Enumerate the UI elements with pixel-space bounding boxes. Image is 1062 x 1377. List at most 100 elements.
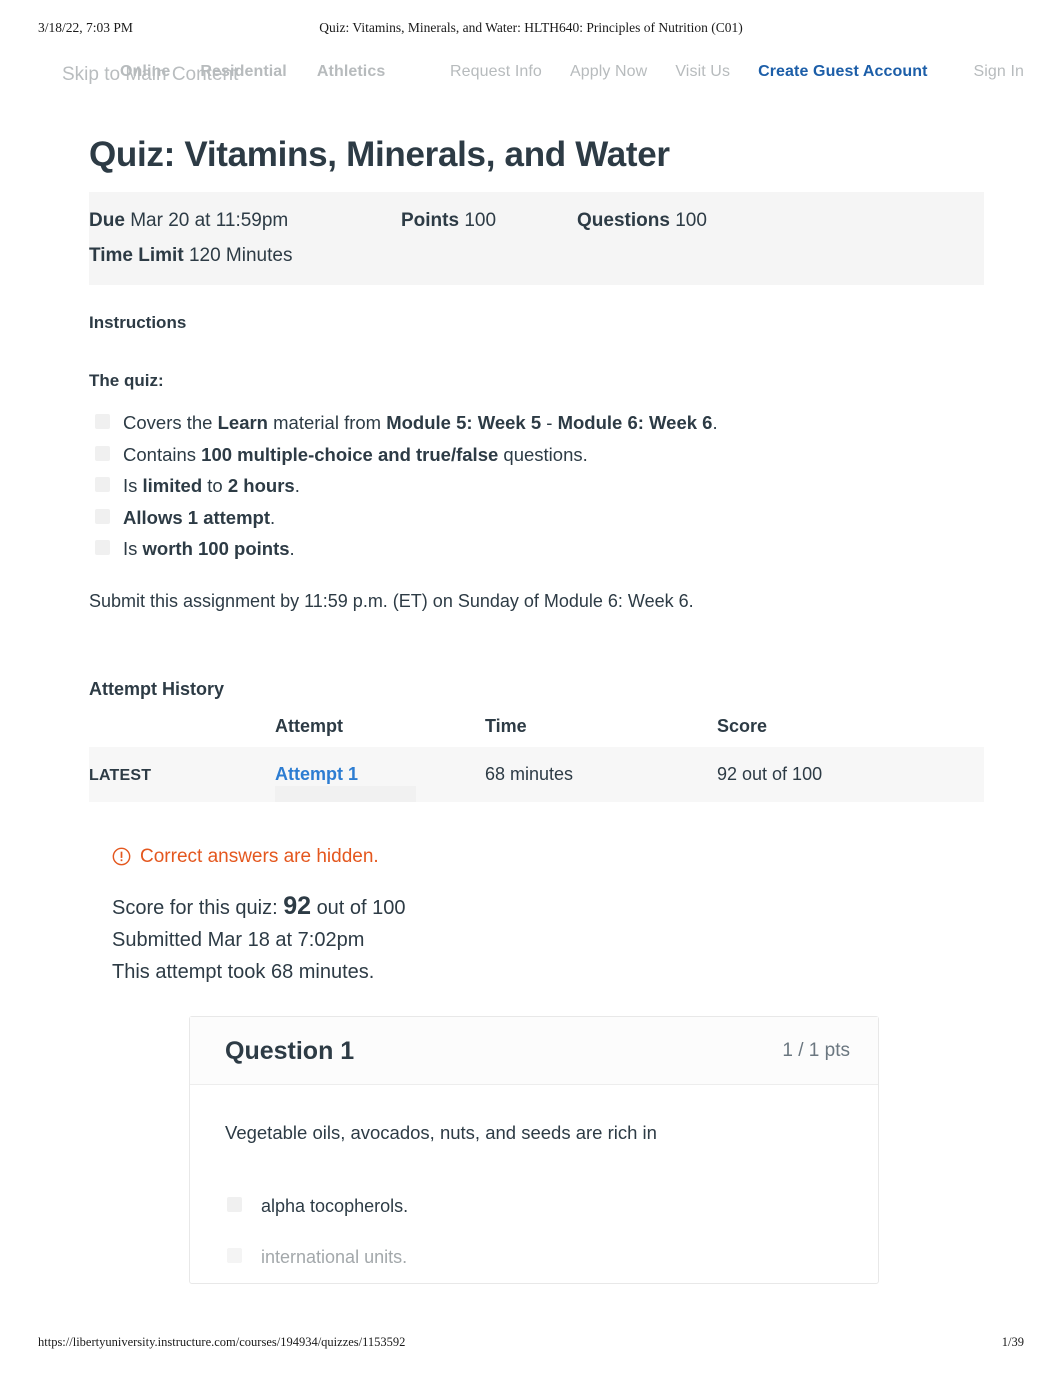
- attempt-link-wrapper: Attempt 1: [275, 764, 417, 802]
- correct-answers-hidden-text: Correct answers are hidden.: [140, 845, 379, 867]
- list-item-text-run: Is: [123, 475, 143, 496]
- quiz-time-limit-label: Time Limit: [89, 245, 184, 266]
- quiz-meta-row-1: Due Mar 20 at 11:59pm Points 100 Questions…: [89, 203, 984, 238]
- score-line: Score for this quiz: 92 out of 100: [112, 890, 984, 924]
- quiz-meta-band: Due Mar 20 at 11:59pm Points 100 Questions…: [89, 192, 984, 285]
- answer-option[interactable]: international units.: [225, 1232, 878, 1283]
- quiz-questions: Questions 100: [577, 210, 707, 231]
- question-body: Vegetable oils, avocados, nuts, and seed…: [190, 1085, 878, 1147]
- score-summary: Score for this quiz: 92 out of 100 Submi…: [112, 890, 984, 988]
- list-item-text-run: .: [289, 538, 295, 559]
- correct-answers-hidden-notice: Correct answers are hidden.: [112, 846, 984, 868]
- nav-item-residential[interactable]: Residential: [200, 63, 286, 81]
- nav-item-sign-in[interactable]: Sign In: [973, 63, 1024, 81]
- table-row: LATEST Attempt 1 68 minutes 92 out of 10…: [89, 746, 984, 802]
- bullet-marker-icon: [95, 445, 110, 461]
- column-header-time: Time: [485, 715, 527, 736]
- print-footer-url: https://libertyuniversity.instructure.co…: [38, 1335, 406, 1349]
- list-item-text-run: .: [712, 412, 718, 433]
- list-item-text-run: Covers the: [123, 412, 218, 433]
- quiz-meta-row-2: Time Limit 120 Minutes: [89, 238, 984, 273]
- cell-score: 92 out of 100: [717, 763, 823, 784]
- submit-note: Submit this assignment by 11:59 p.m. (ET…: [89, 590, 694, 611]
- list-item: Covers the Learn material from Module 5:…: [89, 407, 984, 439]
- question-header: Question 1 1 / 1 pts: [190, 1016, 878, 1085]
- list-item-text-run: 2 hours: [227, 475, 295, 496]
- quiz-questions-value: 100: [675, 210, 707, 231]
- list-item: Is worth 100 points.: [89, 533, 984, 565]
- bullet-marker-icon: [95, 477, 110, 492]
- list-item-text-run: .: [270, 506, 276, 528]
- list-item-text-run: -: [541, 412, 558, 433]
- nav-left-group: Online Residential Athletics: [120, 63, 385, 81]
- table-header-row: Attempt Time Score: [89, 716, 984, 747]
- quiz-points: Points 100: [401, 203, 577, 238]
- quiz-due-label: Due: [89, 210, 125, 231]
- bullet-marker-icon: [95, 540, 110, 555]
- instructions-lead: The quiz:: [89, 371, 164, 390]
- list-item-text-run: Contains: [123, 443, 202, 465]
- main-content: Quiz: Vitamins, Minerals, and Water Due …: [0, 118, 1062, 1284]
- list-item-text-run: worth 100 points: [142, 538, 290, 559]
- column-header-score: Score: [717, 715, 768, 736]
- radio-button-icon[interactable]: [227, 1196, 242, 1212]
- attempt-1-link[interactable]: Attempt 1: [275, 764, 358, 784]
- instructions-list: Covers the Learn material from Module 5:…: [89, 407, 984, 565]
- list-item-text-run: questions.: [498, 443, 588, 465]
- nav-item-apply-now[interactable]: Apply Now: [570, 63, 647, 81]
- nav-item-online[interactable]: Online: [120, 63, 170, 81]
- submitted-line: Submitted Mar 18 at 7:02pm: [112, 928, 365, 951]
- nav-right-group: Request Info Apply Now Visit Us Create G…: [450, 63, 1024, 81]
- list-item: Is limited to 2 hours.: [89, 470, 984, 502]
- list-item-text-run: Module 6: Week 6: [557, 412, 713, 433]
- list-item-text-run: Learn: [217, 412, 268, 433]
- question-title: Question 1: [225, 1036, 355, 1065]
- list-item-text-run: Module 5: Week 5: [386, 412, 542, 433]
- quiz-points-label: Points: [401, 210, 460, 231]
- warning-icon: [112, 847, 131, 866]
- score-value: 92: [283, 891, 311, 920]
- list-item-text-run: 100 multiple-choice and true/false: [201, 443, 499, 465]
- list-item-text-run: Is: [123, 538, 143, 559]
- print-document-title: Quiz: Vitamins, Minerals, and Water: HLT…: [319, 20, 743, 35]
- list-item-text-run: material from: [268, 412, 387, 433]
- nav-item-visit-us[interactable]: Visit Us: [675, 63, 730, 81]
- score-prefix: Score for this quiz:: [112, 896, 278, 919]
- cell-kept: LATEST: [89, 747, 275, 802]
- list-item: Allows 1 attempt.: [89, 502, 984, 534]
- attempt-duration-line: This attempt took 68 minutes.: [112, 960, 375, 983]
- question-text: Vegetable oils, avocados, nuts, and seed…: [225, 1121, 657, 1143]
- site-navigation-bar: Skip to Main Content Online Residential …: [0, 58, 1062, 98]
- list-item-text-run: Allows 1 attempt: [123, 506, 270, 528]
- instructions-heading: Instructions: [89, 313, 187, 332]
- bullet-marker-icon: [95, 414, 110, 429]
- attempt-history-heading: Attempt History: [89, 678, 225, 699]
- nav-item-create-guest-account[interactable]: Create Guest Account: [758, 63, 927, 81]
- print-page-number: 1/39: [1001, 1335, 1024, 1349]
- quiz-due: Due Mar 20 at 11:59pm: [89, 203, 401, 238]
- list-item: Contains 100 multiple-choice and true/fa…: [89, 439, 984, 471]
- list-item-text-run: to: [202, 475, 228, 496]
- nav-item-athletics[interactable]: Athletics: [317, 63, 385, 81]
- question-points: 1 / 1 pts: [782, 1040, 850, 1061]
- page-title: Quiz: Vitamins, Minerals, and Water: [89, 135, 670, 174]
- attempt-history-table: Attempt Time Score LATEST Attempt 1 68 m…: [89, 716, 984, 802]
- answer-option-label: international units.: [261, 1246, 408, 1267]
- quiz-points-value: 100: [464, 210, 497, 231]
- question-card: Question 1 1 / 1 pts Vegetable oils, avo…: [189, 1015, 879, 1284]
- radio-button-icon[interactable]: [227, 1247, 242, 1263]
- nav-item-request-info[interactable]: Request Info: [450, 63, 542, 81]
- quiz-time-limit-value: 120 Minutes: [188, 245, 293, 266]
- quiz-time-limit: Time Limit 120 Minutes: [89, 245, 292, 266]
- answer-list: alpha tocopherols. international units.: [190, 1181, 878, 1283]
- cell-attempt: Attempt 1: [275, 747, 485, 802]
- cell-time: 68 minutes: [485, 763, 574, 784]
- answer-option[interactable]: alpha tocopherols.: [225, 1181, 878, 1232]
- quiz-due-value: Mar 20 at 11:59pm: [130, 210, 289, 231]
- score-suffix: out of 100: [316, 896, 406, 919]
- latest-badge: LATEST: [89, 766, 152, 784]
- print-header: 3/18/22, 7:03 PM Quiz: Vitamins, Mineral…: [0, 20, 1062, 42]
- bullet-marker-icon: [95, 508, 110, 524]
- print-footer: https://libertyuniversity.instructure.co…: [0, 1335, 1062, 1355]
- column-header-kept: [89, 716, 275, 747]
